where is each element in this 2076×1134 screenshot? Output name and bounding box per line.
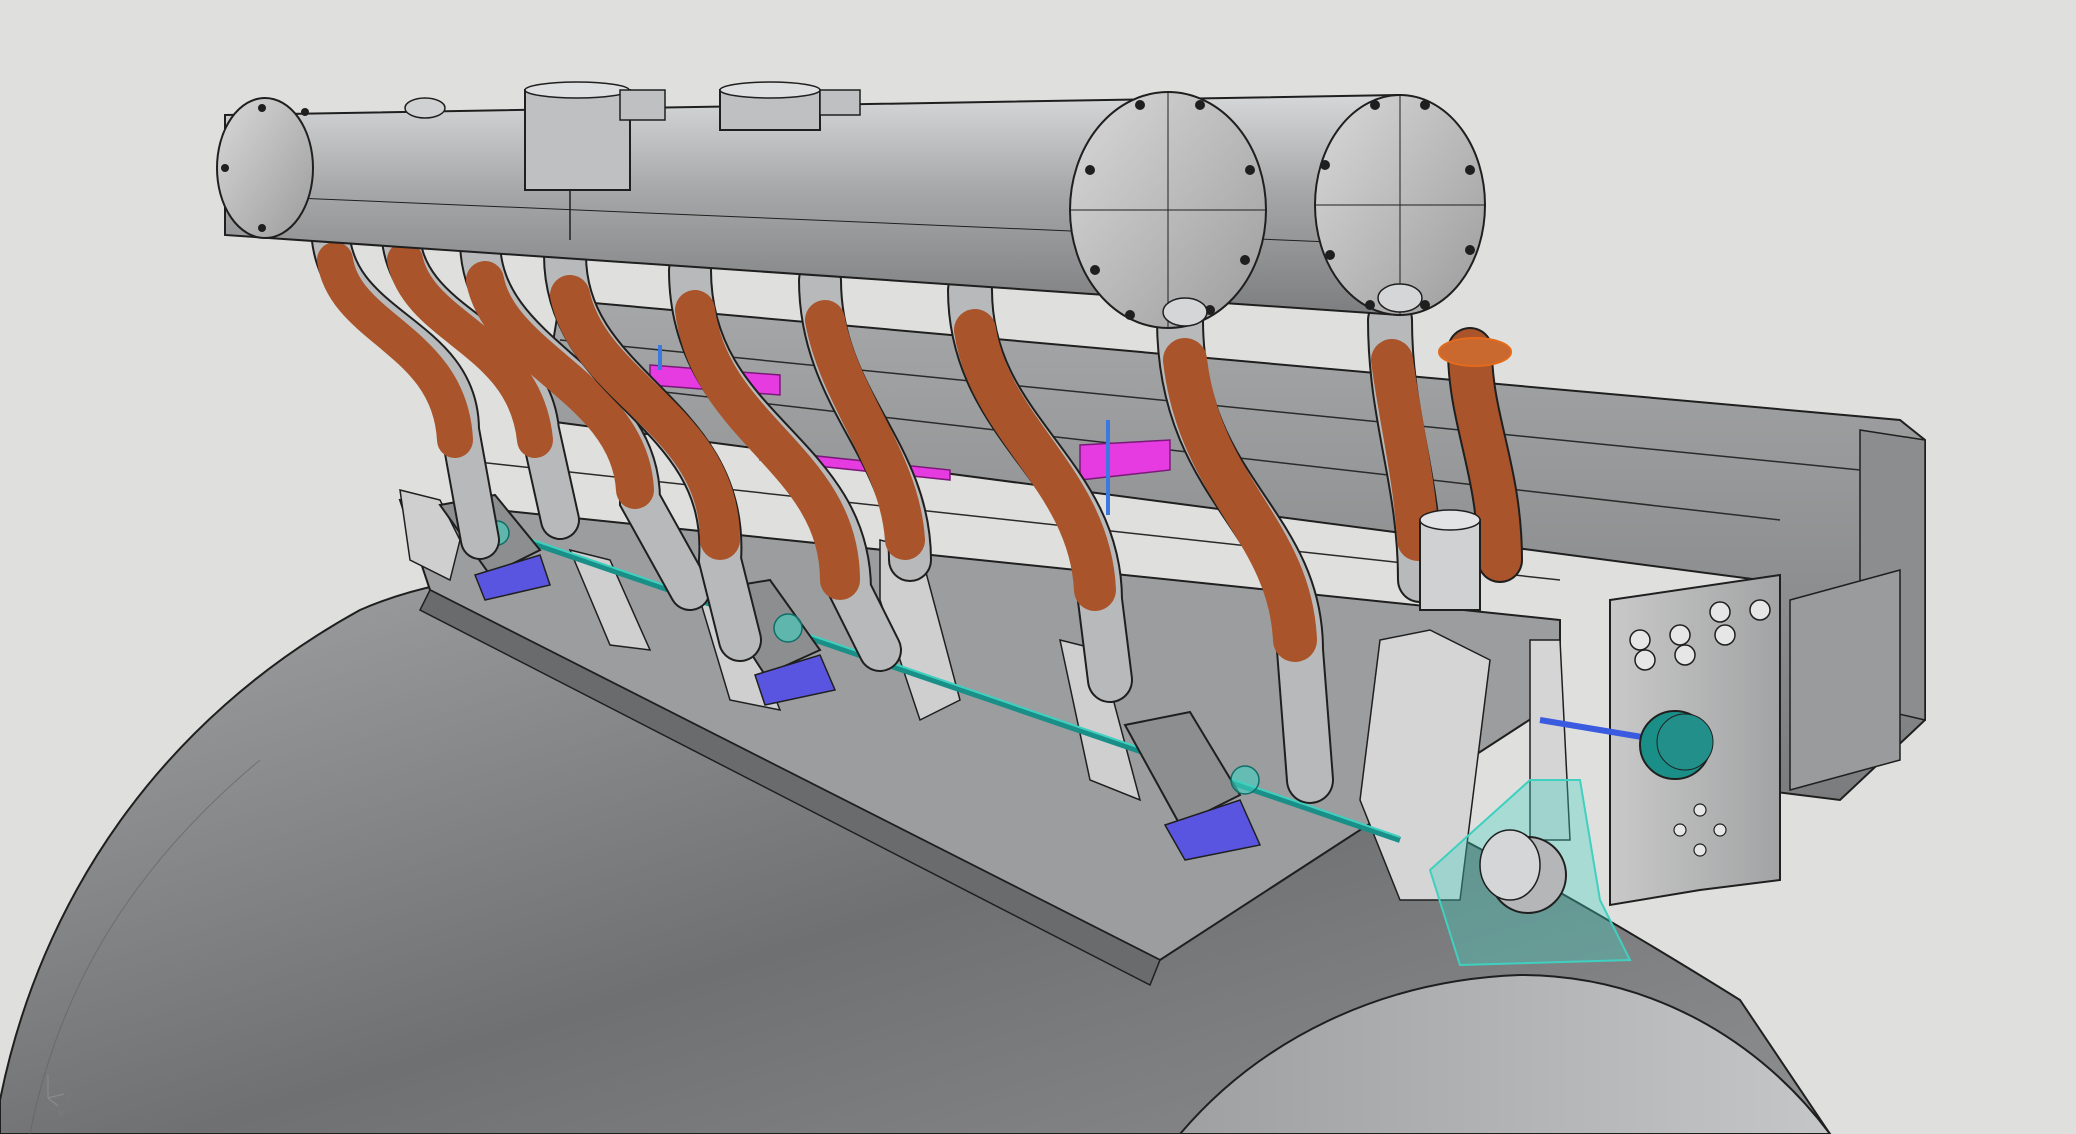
end-cap-1[interactable] [1069,91,1267,329]
axis-label-x: x [58,1106,65,1119]
cad-viewport[interactable]: z y x [0,0,2076,1134]
end-cap-2[interactable] [1314,94,1486,316]
cad-scene: z y x [0,81,1926,1134]
axis-label-z: z [41,1062,47,1075]
axis-label-y: y [66,1088,73,1101]
